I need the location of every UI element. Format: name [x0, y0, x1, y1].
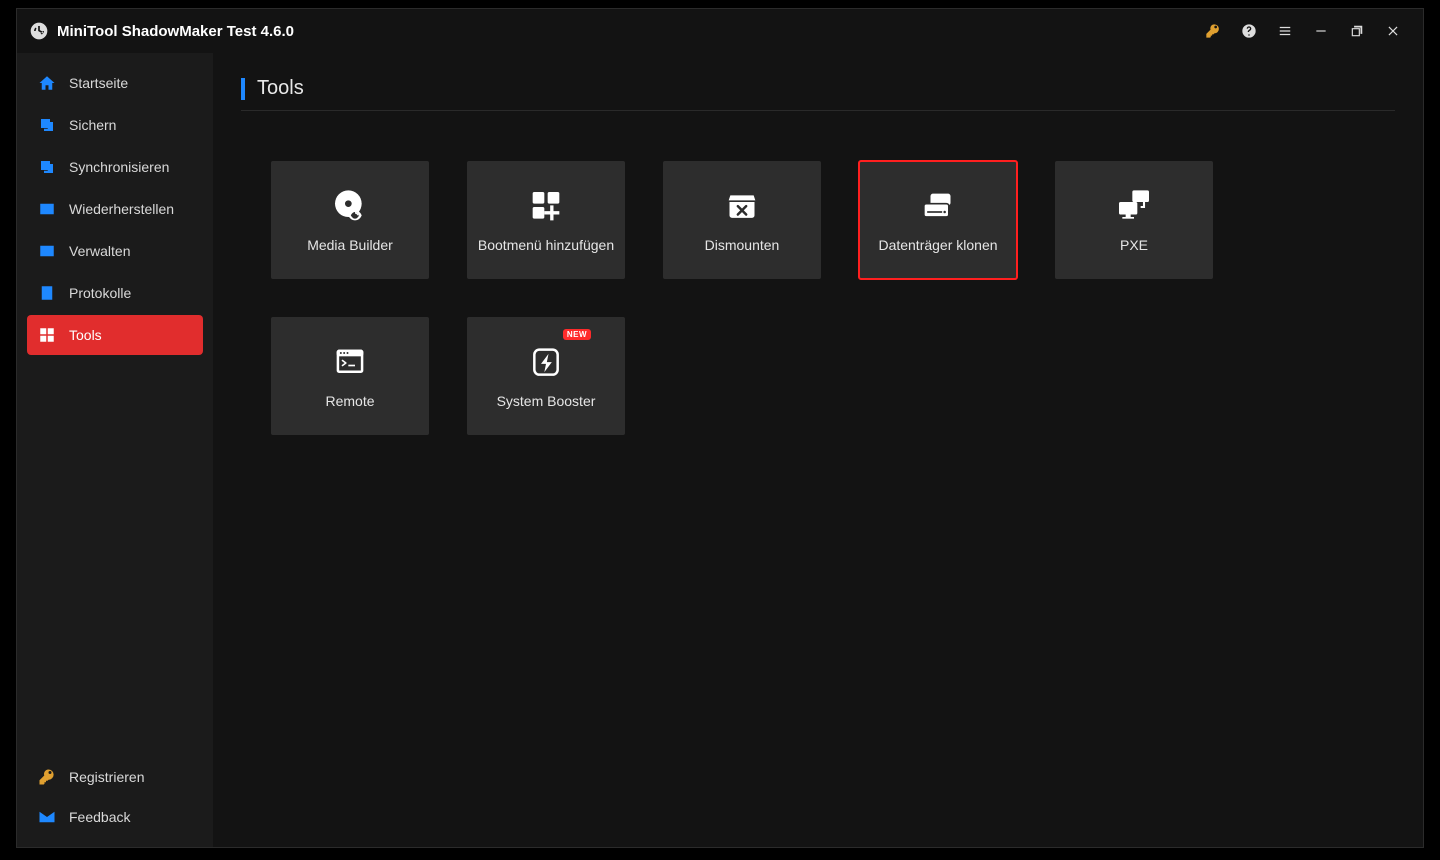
- tools-grid: Media Builder Bootmenü hinzufügen Dismou…: [271, 161, 1395, 435]
- sidebar: Startseite Sichern Synchronisieren Wiede…: [17, 53, 213, 847]
- minimize-icon[interactable]: [1303, 13, 1339, 49]
- tool-label: Dismounten: [701, 237, 784, 253]
- tool-tile-media-builder[interactable]: Media Builder: [271, 161, 429, 279]
- sidebar-item-label: Sichern: [69, 117, 116, 133]
- box-x-icon: [720, 187, 764, 227]
- menu-icon[interactable]: [1267, 13, 1303, 49]
- tool-label: Media Builder: [303, 237, 397, 253]
- header-accent-bar: [241, 78, 245, 100]
- sidebar-item-synchronisieren[interactable]: Synchronisieren: [27, 147, 203, 187]
- app-logo-icon: [29, 21, 49, 41]
- grid-add-icon: [524, 187, 568, 227]
- sidebar-bottom: Registrieren Feedback: [27, 757, 203, 837]
- app-window: MiniTool ShadowMaker Test 4.6.0 Startsei…: [16, 8, 1424, 848]
- sidebar-item-feedback[interactable]: Feedback: [27, 797, 203, 837]
- sidebar-item-startseite[interactable]: Startseite: [27, 63, 203, 103]
- sidebar-item-label: Feedback: [69, 809, 130, 825]
- sidebar-item-wiederherstellen[interactable]: Wiederherstellen: [27, 189, 203, 229]
- help-icon[interactable]: [1231, 13, 1267, 49]
- key-icon: [37, 767, 57, 787]
- page-title: Tools: [257, 77, 304, 100]
- tool-tile-bootmenu[interactable]: Bootmenü hinzufügen: [467, 161, 625, 279]
- mail-icon: [37, 807, 57, 827]
- tool-tile-dismount[interactable]: Dismounten: [663, 161, 821, 279]
- app-title: MiniTool ShadowMaker Test 4.6.0: [57, 23, 294, 40]
- sidebar-item-label: Tools: [69, 327, 102, 343]
- app-body: Startseite Sichern Synchronisieren Wiede…: [17, 53, 1423, 847]
- tool-label: Datenträger klonen: [874, 237, 1001, 253]
- sidebar-item-label: Startseite: [69, 75, 128, 91]
- log-icon: [37, 283, 57, 303]
- tool-tile-pxe[interactable]: PXE: [1055, 161, 1213, 279]
- close-icon[interactable]: [1375, 13, 1411, 49]
- sidebar-item-protokolle[interactable]: Protokolle: [27, 273, 203, 313]
- maximize-icon[interactable]: [1339, 13, 1375, 49]
- nav-list: Startseite Sichern Synchronisieren Wiede…: [27, 63, 203, 355]
- sidebar-item-verwalten[interactable]: Verwalten: [27, 231, 203, 271]
- sidebar-item-label: Synchronisieren: [69, 159, 169, 175]
- disc-icon: [328, 187, 372, 227]
- titlebar: MiniTool ShadowMaker Test 4.6.0: [17, 9, 1423, 53]
- terminal-icon: [328, 343, 372, 383]
- sidebar-item-label: Registrieren: [69, 769, 144, 785]
- manage-icon: [37, 241, 57, 261]
- bolt-badge-icon: [524, 343, 568, 383]
- sidebar-item-label: Protokolle: [69, 285, 131, 301]
- tools-icon: [37, 325, 57, 345]
- home-icon: [37, 73, 57, 93]
- content-area: Tools Media Builder Bootmenü hinzufügen: [213, 53, 1423, 847]
- sidebar-item-label: Verwalten: [69, 243, 130, 259]
- drives-icon: [916, 187, 960, 227]
- new-badge: NEW: [563, 329, 591, 340]
- backup-icon: [37, 115, 57, 135]
- sidebar-item-label: Wiederherstellen: [69, 201, 174, 217]
- tool-tile-remote[interactable]: Remote: [271, 317, 429, 435]
- network-monitors-icon: [1112, 187, 1156, 227]
- sidebar-item-registrieren[interactable]: Registrieren: [27, 757, 203, 797]
- sync-icon: [37, 157, 57, 177]
- restore-icon: [37, 199, 57, 219]
- register-key-icon[interactable]: [1195, 13, 1231, 49]
- tool-tile-system-booster[interactable]: NEW System Booster: [467, 317, 625, 435]
- sidebar-item-tools[interactable]: Tools: [27, 315, 203, 355]
- tool-label: PXE: [1116, 237, 1152, 253]
- tool-label: Bootmenü hinzufügen: [474, 237, 618, 253]
- tool-label: Remote: [321, 393, 378, 409]
- tool-tile-clone-disk[interactable]: Datenträger klonen: [859, 161, 1017, 279]
- sidebar-item-sichern[interactable]: Sichern: [27, 105, 203, 145]
- tool-label: System Booster: [493, 393, 600, 409]
- page-header: Tools: [241, 77, 1395, 111]
